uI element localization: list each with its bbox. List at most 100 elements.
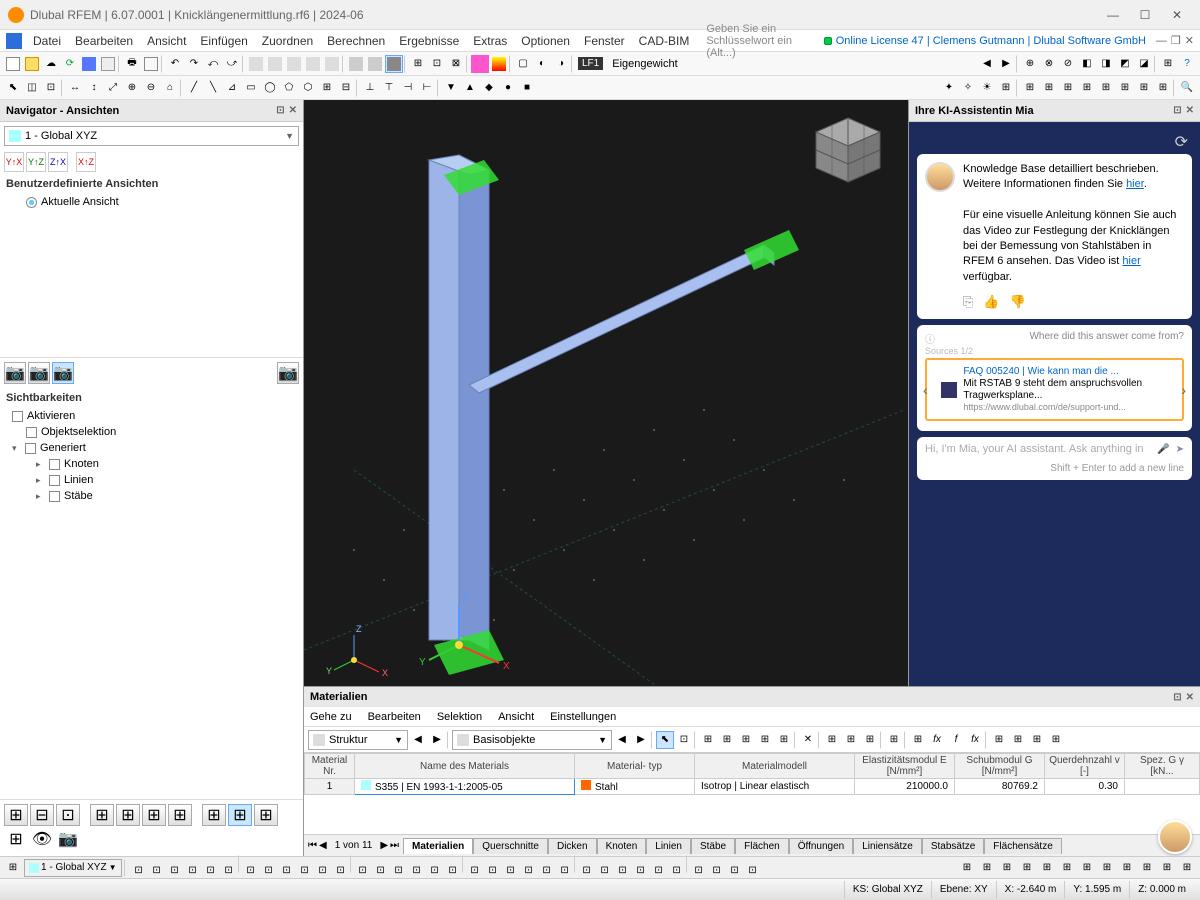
tb2-23[interactable]: ▼ xyxy=(442,79,460,97)
ai-link-1[interactable]: hier xyxy=(1126,178,1144,190)
tb2-r2[interactable]: ✧ xyxy=(959,79,977,97)
mat-tool-9[interactable]: ⊞ xyxy=(823,731,841,749)
tb-14[interactable] xyxy=(266,55,284,73)
tb2-20[interactable]: ⊤ xyxy=(380,79,398,97)
tb-15[interactable] xyxy=(285,55,303,73)
tb2-r8[interactable]: ⊞ xyxy=(1078,79,1096,97)
st-r12[interactable]: ⊞ xyxy=(1178,859,1196,877)
bt-2[interactable]: ⊟ xyxy=(30,804,54,826)
view-combo[interactable]: 1 - Global XYZ ▼ xyxy=(4,126,299,146)
tb2-24[interactable]: ▲ xyxy=(461,79,479,97)
tb2-27[interactable]: ■ xyxy=(518,79,536,97)
st-r9[interactable]: ⊞ xyxy=(1118,859,1136,877)
menu-search[interactable]: Geben Sie ein Schlüsselwort ein (Alt...) xyxy=(706,23,823,59)
tab-stäbe[interactable]: Stäbe xyxy=(691,838,735,854)
tab-knoten[interactable]: Knoten xyxy=(597,838,647,854)
st-r4[interactable]: ⊞ xyxy=(1018,859,1036,877)
mat-tool-10[interactable]: ⊞ xyxy=(842,731,860,749)
menu-extras[interactable]: Extras xyxy=(466,34,514,48)
mat-tool-6[interactable]: ⊞ xyxy=(756,731,774,749)
st-r2[interactable]: ⊞ xyxy=(978,859,996,877)
st-r1[interactable]: ⊞ xyxy=(958,859,976,877)
maximize-button[interactable]: ☐ xyxy=(1130,4,1160,26)
menu-cad-bim[interactable]: CAD-BIM xyxy=(632,34,697,48)
mat-prev2[interactable]: ◀ xyxy=(613,731,631,749)
mat-tool-13[interactable]: ⊞ xyxy=(909,731,927,749)
current-view-item[interactable]: Aktuelle Ansicht xyxy=(0,194,303,210)
menu-datei[interactable]: Datei xyxy=(26,34,68,48)
tb2-8[interactable]: ⊖ xyxy=(142,79,160,97)
bt-10[interactable]: ⊞ xyxy=(254,804,278,826)
tb-8[interactable] xyxy=(142,55,160,73)
tb-23[interactable]: ⊠ xyxy=(447,55,465,73)
st-1[interactable]: ⊞ xyxy=(4,859,22,877)
members-item[interactable]: ▸Stäbe xyxy=(0,488,303,504)
st-r10[interactable]: ⊞ xyxy=(1138,859,1156,877)
bt-data[interactable]: ⊞ xyxy=(4,828,28,850)
structure-combo[interactable]: Struktur ▼ xyxy=(308,730,408,750)
tb2-r7[interactable]: ⊞ xyxy=(1059,79,1077,97)
tab-first[interactable]: ⏮ xyxy=(308,840,317,851)
tb-r8[interactable]: ⊞ xyxy=(1159,55,1177,73)
view-iso-button[interactable] xyxy=(385,55,403,73)
minimize-button[interactable]: — xyxy=(1098,4,1128,26)
history-button[interactable]: ⤺ xyxy=(204,55,222,73)
zoom-button[interactable]: 🔍 xyxy=(1178,79,1196,97)
mic-icon[interactable]: 🎤 xyxy=(1157,444,1169,455)
tb-r1[interactable]: ⊕ xyxy=(1021,55,1039,73)
tb2-r1[interactable]: ✦ xyxy=(940,79,958,97)
tb2-10[interactable]: ╱ xyxy=(185,79,203,97)
undo-button[interactable]: ↶ xyxy=(166,55,184,73)
menu-einfügen[interactable]: Einfügen xyxy=(193,34,254,48)
cloud-button[interactable]: ☁ xyxy=(42,55,60,73)
tab-dicken[interactable]: Dicken xyxy=(548,838,597,854)
tab-flächen[interactable]: Flächen xyxy=(735,838,789,854)
loadcase-code[interactable]: LF1 xyxy=(578,57,603,70)
mat-tool-7[interactable]: ⊞ xyxy=(775,731,793,749)
tb2-9[interactable]: ⌂ xyxy=(161,79,179,97)
bt-9[interactable]: ⊞ xyxy=(228,804,252,826)
bt-eye[interactable]: 👁 xyxy=(30,828,54,850)
mat-next[interactable]: ▶ xyxy=(428,731,446,749)
bt-4[interactable]: ⊞ xyxy=(90,804,114,826)
tb-27[interactable]: ◑ xyxy=(552,55,570,73)
result-icon[interactable] xyxy=(471,55,489,73)
ai-refresh-button[interactable]: ⟳ xyxy=(917,130,1192,154)
mdi-restore[interactable]: ❐ xyxy=(1171,34,1181,47)
tab-linien[interactable]: Linien xyxy=(646,838,691,854)
tb2-4[interactable]: ↔ xyxy=(66,79,84,97)
st-r5[interactable]: ⊞ xyxy=(1038,859,1056,877)
mat-tool-4[interactable]: ⊞ xyxy=(718,731,736,749)
menu-ergebnisse[interactable]: Ergebnisse xyxy=(392,34,466,48)
mat-menu-ansicht[interactable]: Ansicht xyxy=(498,711,534,723)
tb-prev[interactable]: ◀ xyxy=(978,55,996,73)
mat-tool-8[interactable]: ✕ xyxy=(799,731,817,749)
tab-prev[interactable]: ◀ xyxy=(319,840,327,851)
mat-tool-2[interactable]: ⊡ xyxy=(675,731,693,749)
bt-5[interactable]: ⊞ xyxy=(116,804,140,826)
tb2-6[interactable]: ⤢ xyxy=(104,79,122,97)
tab-materialien[interactable]: Materialien xyxy=(403,838,473,854)
tb-6[interactable] xyxy=(99,55,117,73)
st-r8[interactable]: ⊞ xyxy=(1098,859,1116,877)
tb2-26[interactable]: ● xyxy=(499,79,517,97)
camera-1-button[interactable]: 📷 xyxy=(4,362,26,384)
tb-21[interactable]: ⊞ xyxy=(409,55,427,73)
tb-16[interactable] xyxy=(304,55,322,73)
mat-tool-20[interactable]: ⊞ xyxy=(1047,731,1065,749)
tb-18[interactable] xyxy=(347,55,365,73)
tab-öffnungen[interactable]: Öffnungen xyxy=(789,838,854,854)
status-view-combo[interactable]: 1 - Global XYZ ▼ xyxy=(24,859,122,877)
bt-7[interactable]: ⊞ xyxy=(168,804,192,826)
lines-item[interactable]: ▸Linien xyxy=(0,472,303,488)
tb-r6[interactable]: ◩ xyxy=(1116,55,1134,73)
camera-2-button[interactable]: 📷 xyxy=(28,362,50,384)
ai-source-card[interactable]: ‹ FAQ 005240 | Wie kann man die ... Mit … xyxy=(925,358,1184,421)
mat-close[interactable]: ✕ xyxy=(1186,692,1194,703)
help-button[interactable]: ? xyxy=(1178,55,1196,73)
obj-selection-item[interactable]: Objektselektion xyxy=(0,424,303,440)
generated-item[interactable]: ▾Generiert xyxy=(0,440,303,456)
menu-bearbeiten[interactable]: Bearbeiten xyxy=(68,34,140,48)
thumbs-up-icon[interactable]: 👍 xyxy=(983,293,999,311)
mat-tool-1[interactable]: ⬉ xyxy=(656,731,674,749)
